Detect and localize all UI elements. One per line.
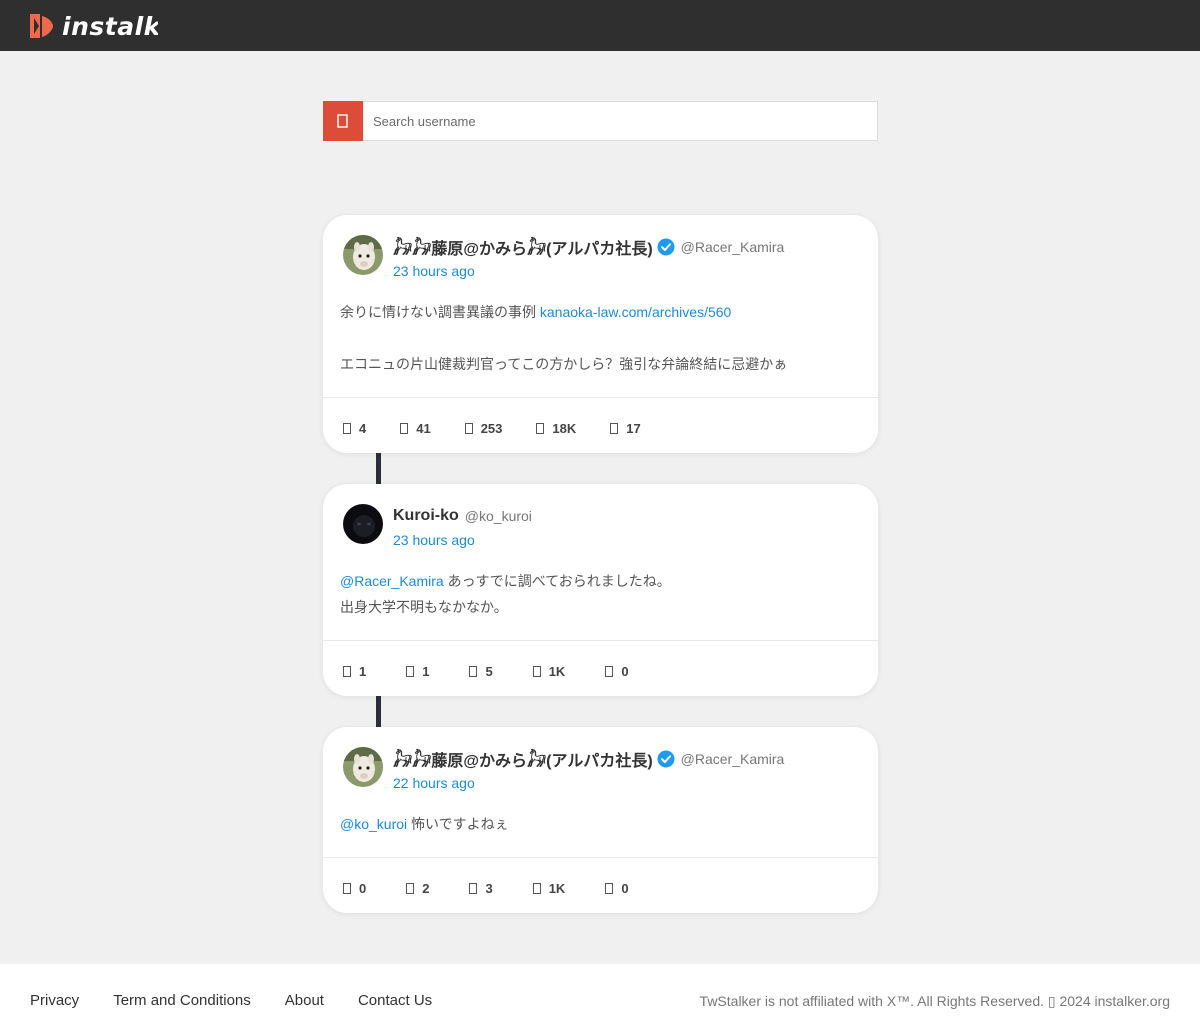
tweet-card: 𓃗𓃗藤原@かみら𓃗(アルパカ社長) @Racer_Kamira 22 hours… (323, 727, 878, 913)
search-bar (323, 101, 878, 141)
tweet-card: Kuroi-ko @ko_kuroi 23 hours ago @Racer_K… (323, 484, 878, 696)
heart-icon (469, 882, 478, 894)
display-name[interactable]: 𓃗𓃗藤原@かみら𓃗(アルパカ社長) (393, 234, 653, 260)
retweet-count[interactable]: 1 (406, 664, 429, 679)
reply-icon (343, 422, 351, 434)
tweet-card: 𓃗𓃗藤原@かみら𓃗(アルパカ社長) @Racer_Kamira 23 hours… (323, 215, 878, 453)
views-icon (532, 665, 541, 677)
terms-link[interactable]: Term and Conditions (113, 992, 251, 1009)
view-count[interactable]: 18K (536, 421, 576, 436)
divider (323, 397, 878, 398)
username-handle[interactable]: @Racer_Kamira (681, 751, 785, 767)
search-button[interactable] (323, 101, 363, 141)
divider (323, 857, 878, 858)
bookmark-icon (605, 665, 614, 677)
tweet-header: 𓃗𓃗藤原@かみら𓃗(アルパカ社長) @Racer_Kamira 22 hours… (343, 747, 858, 797)
footer: Privacy Term and Conditions About Contac… (0, 964, 1200, 1035)
tweet-text: @Racer_Kamira あっすでに調べておられましたね。 出身大学不明もなか… (340, 568, 858, 620)
reply-count[interactable]: 1 (343, 664, 366, 679)
tweet-header: Kuroi-ko @ko_kuroi 23 hours ago (343, 504, 858, 554)
avatar[interactable] (343, 504, 383, 544)
thread-connector (376, 696, 381, 728)
username-handle[interactable]: @ko_kuroi (465, 508, 532, 524)
logo-text: instalk (62, 11, 158, 41)
like-count[interactable]: 3 (469, 881, 493, 896)
footer-links: Privacy Term and Conditions About Contac… (30, 992, 466, 1009)
bookmark-icon (605, 882, 614, 894)
reply-icon (343, 882, 351, 894)
reply-count[interactable]: 0 (343, 881, 366, 896)
tweet-text-line: エコニュの片山健裁判官ってこの方かしら？強引な弁論終結に忌避かぁ (340, 356, 788, 372)
view-count[interactable]: 1K (532, 664, 565, 679)
mention-link[interactable]: @Racer_Kamira (340, 573, 444, 589)
heart-icon (464, 422, 473, 434)
mention-link[interactable]: @ko_kuroi (340, 816, 407, 832)
like-count[interactable]: 5 (469, 664, 493, 679)
display-name[interactable]: Kuroi-ko (393, 507, 459, 525)
tweet-text: @ko_kuroi 怖いですよねぇ (340, 811, 858, 837)
tweet-stats: 4 41 253 18K 17 (343, 418, 675, 438)
like-count[interactable]: 253 (464, 421, 502, 436)
tweet-timestamp[interactable]: 23 hours ago (393, 263, 475, 279)
tweet-timestamp[interactable]: 23 hours ago (393, 532, 475, 548)
display-name[interactable]: 𓃗𓃗藤原@かみら𓃗(アルパカ社長) (393, 746, 653, 772)
search-input[interactable] (363, 102, 877, 140)
bookmark-count[interactable]: 0 (605, 881, 629, 896)
retweet-icon (406, 882, 415, 894)
tweet-header: 𓃗𓃗藤原@かみら𓃗(アルパカ社長) @Racer_Kamira 23 hours… (343, 235, 858, 285)
search-icon (337, 114, 348, 128)
logo[interactable]: instalk (28, 11, 158, 41)
views-icon (536, 422, 545, 434)
top-navbar: instalk (0, 0, 1200, 51)
verified-badge-icon (657, 750, 675, 768)
privacy-link[interactable]: Privacy (30, 992, 79, 1009)
retweet-count[interactable]: 2 (406, 881, 429, 896)
tweet-text-line: 余りに情けない調書異議の事例 (340, 304, 540, 320)
tweet-text-line: 出身大学不明もなかなか。 (340, 599, 508, 615)
reply-count[interactable]: 4 (343, 421, 366, 436)
tweet-stats: 0 2 3 1K 0 (343, 878, 663, 898)
bookmark-icon (610, 422, 619, 434)
copyright-text: TwStalker is not affiliated with X™. All… (699, 993, 1170, 1009)
view-count[interactable]: 1K (532, 881, 565, 896)
tweet-text-line: 怖いですよねぇ (407, 816, 509, 832)
tweet-text-line: あっすでに調べておられましたね。 (443, 573, 671, 589)
tweet-text: 余りに情けない調書異議の事例 kanaoka-law.com/archives/… (340, 299, 858, 377)
tweet-timestamp[interactable]: 22 hours ago (393, 775, 475, 791)
tweet-stats: 1 1 5 1K 0 (343, 661, 663, 681)
bookmark-count[interactable]: 17 (610, 421, 641, 436)
avatar[interactable] (343, 747, 383, 787)
divider (323, 640, 878, 641)
tweet-link[interactable]: kanaoka-law.com/archives/560 (540, 304, 731, 320)
about-link[interactable]: About (285, 992, 324, 1009)
views-icon (532, 882, 541, 894)
retweet-icon (406, 665, 415, 677)
avatar[interactable] (343, 235, 383, 275)
thread-connector (376, 453, 381, 485)
reply-icon (343, 665, 351, 677)
bookmark-count[interactable]: 0 (605, 664, 629, 679)
verified-badge-icon (657, 238, 675, 256)
contact-link[interactable]: Contact Us (358, 992, 432, 1009)
retweet-icon (400, 422, 409, 434)
heart-icon (469, 665, 478, 677)
logo-icon (30, 14, 53, 38)
username-handle[interactable]: @Racer_Kamira (681, 239, 785, 255)
retweet-count[interactable]: 41 (400, 421, 431, 436)
